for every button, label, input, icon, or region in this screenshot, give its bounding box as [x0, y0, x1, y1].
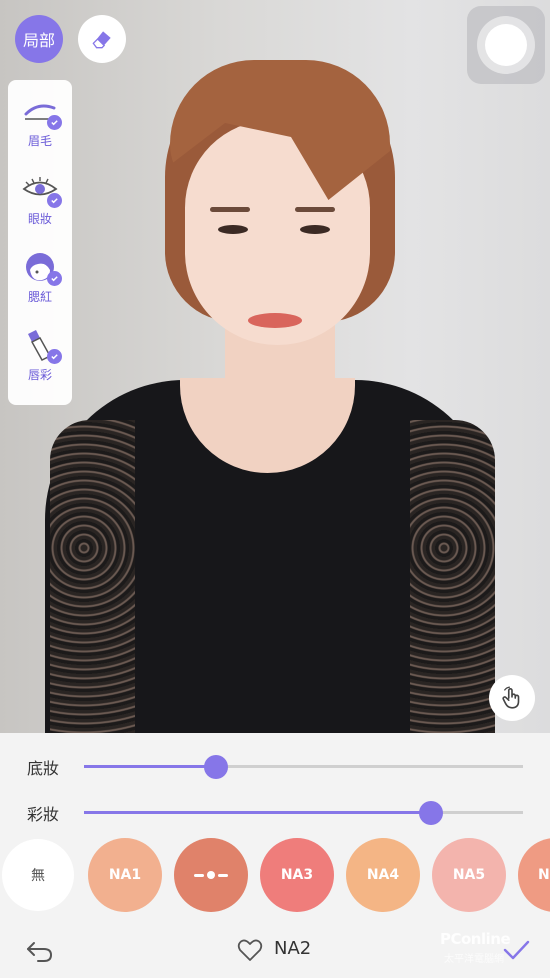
swatch-na4[interactable]: NA4 — [346, 838, 420, 912]
dot-line-icon — [194, 871, 228, 879]
eraser-icon — [92, 31, 111, 49]
slider-knob[interactable] — [418, 801, 443, 825]
swatch-na6[interactable]: N — [518, 838, 550, 912]
checkmark-icon[interactable] — [500, 934, 532, 966]
checkmark-icon — [47, 193, 62, 208]
local-mode-label: 局部 — [22, 31, 55, 50]
swatch-label: NA1 — [108, 867, 142, 883]
foundation-slider[interactable] — [84, 755, 523, 779]
side-item-eyebrow[interactable]: 眉毛 — [8, 86, 72, 158]
makeup-swatch-list: 無 NA1 NA3 NA4 NA5 N — [0, 838, 550, 918]
color-makeup-slider-row: 彩妝 — [0, 797, 550, 827]
swatch-na3[interactable]: NA3 — [260, 838, 334, 912]
swatch-label: NA4 — [366, 867, 400, 883]
swatch-none[interactable]: 無 — [2, 839, 74, 911]
slider-label: 彩妝 — [27, 805, 60, 824]
watermark-subtext: 太平洋電腦網 — [444, 954, 504, 965]
side-item-label: 唇彩 — [27, 368, 52, 382]
slider-fill — [84, 811, 431, 814]
side-item-eye-makeup[interactable]: 眼妝 — [8, 164, 72, 236]
swatch-na2-selected[interactable] — [174, 838, 248, 912]
portrait-photo — [0, 0, 550, 733]
swatch-na5[interactable]: NA5 — [432, 838, 506, 912]
current-makeup-name: NA2 — [274, 938, 312, 959]
foundation-slider-row: 底妝 — [0, 751, 550, 781]
side-item-lip-color[interactable]: 唇彩 — [8, 320, 72, 392]
shutter-icon — [477, 16, 535, 74]
shutter-button[interactable] — [467, 6, 545, 84]
side-item-label: 眼妝 — [27, 212, 52, 226]
swatch-label: NA3 — [280, 867, 314, 883]
side-item-label: 腮紅 — [27, 290, 52, 304]
eraser-button[interactable] — [78, 15, 126, 63]
makeup-control-panel: 底妝 彩妝 無 NA1 NA3 NA4 NA5 N NA2 PConline 太… — [0, 733, 550, 978]
side-item-label: 眉毛 — [27, 134, 52, 148]
checkmark-icon — [47, 115, 62, 130]
swatch-na1[interactable]: NA1 — [88, 838, 162, 912]
bottom-action-bar: NA2 PConline 太平洋電腦網 — [0, 928, 550, 978]
side-item-blush[interactable]: 腮紅 — [8, 242, 72, 314]
slider-fill — [84, 765, 216, 768]
makeup-parts-panel: 眉毛 眼妝 腮紅 唇彩 — [8, 80, 72, 405]
camera-preview — [0, 0, 550, 733]
slider-knob[interactable] — [203, 755, 228, 779]
swatch-label: 無 — [31, 868, 45, 884]
swatch-label: NA5 — [452, 867, 486, 883]
slider-label: 底妝 — [27, 759, 60, 778]
checkmark-icon — [47, 271, 62, 286]
touch-hand-icon — [502, 686, 520, 709]
swatch-label: N — [538, 867, 550, 883]
undo-arrow-icon[interactable] — [24, 934, 56, 966]
checkmark-icon — [47, 349, 62, 364]
heart-icon[interactable] — [236, 936, 264, 964]
compare-touch-button[interactable] — [489, 675, 535, 721]
color-makeup-slider[interactable] — [84, 801, 523, 825]
local-mode-button[interactable]: 局部 — [15, 15, 63, 63]
